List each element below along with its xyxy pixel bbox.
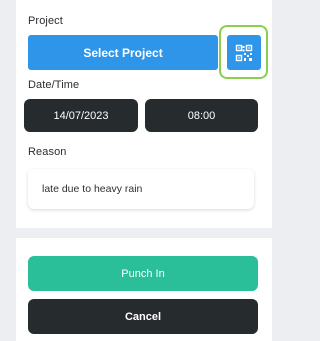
reason-label: Reason	[28, 146, 67, 158]
datetime-label: Date/Time	[28, 79, 80, 91]
reason-input-value: late due to heavy rain	[42, 183, 143, 195]
time-picker-button[interactable]: 08:00	[145, 99, 258, 132]
project-label: Project	[28, 15, 63, 27]
date-picker-button[interactable]: 14/07/2023	[24, 99, 138, 132]
reason-input[interactable]: late due to heavy rain	[28, 169, 254, 209]
qr-code-scan-icon	[235, 44, 253, 61]
select-project-button[interactable]: Select Project	[28, 35, 218, 70]
punch-in-button[interactable]: Punch In	[28, 256, 258, 291]
scan-qr-button[interactable]	[227, 35, 261, 70]
cancel-button[interactable]: Cancel	[28, 299, 258, 334]
